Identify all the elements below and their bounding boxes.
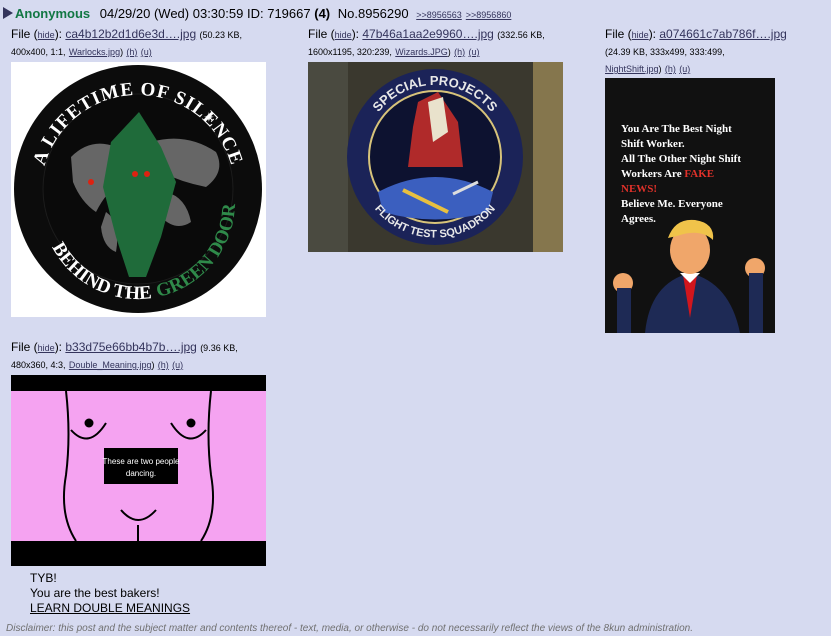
poster-id-label: ID: bbox=[246, 6, 264, 21]
original-filename-link[interactable]: NightShift.jpg bbox=[605, 64, 659, 74]
file-meta-2: 1600x1195, 320:239, bbox=[308, 47, 392, 57]
poster-name: Anonymous bbox=[15, 6, 91, 21]
file-meta-2: 480x360, 4:3, bbox=[11, 360, 66, 370]
file-entry: File (hide): 47b46a1aa2e9960….jpg (332.5… bbox=[308, 26, 545, 60]
meme-line: Workers Are bbox=[621, 168, 684, 180]
file-info: File (hide): 47b46a1aa2e9960….jpg (332.5… bbox=[308, 27, 545, 57]
hide-link[interactable]: hide bbox=[335, 30, 352, 40]
nightshift-meme-image: You Are The Best Night Shift Worker. All… bbox=[605, 78, 775, 333]
file-sep: ): bbox=[54, 340, 63, 354]
file-sep: ): bbox=[54, 27, 63, 41]
svg-text:Workers Are FAKE: Workers Are FAKE bbox=[621, 168, 714, 180]
file-entry: File (hide): ca4b12b2d1d6e3d….jpg (50.23… bbox=[11, 26, 242, 60]
file-label: File ( bbox=[605, 27, 632, 41]
body-line-underlined: LEARN DOUBLE MEANINGS bbox=[30, 601, 191, 615]
body-line: You are the best bakers! bbox=[30, 586, 160, 600]
h-link[interactable]: (h) bbox=[126, 47, 137, 57]
meme-line: Shift Worker. bbox=[621, 138, 685, 150]
hide-link[interactable]: hide bbox=[632, 30, 649, 40]
post-menu-triangle-icon[interactable] bbox=[3, 7, 13, 19]
u-link[interactable]: (u) bbox=[141, 47, 152, 57]
backlink[interactable]: >>8956563 bbox=[416, 10, 462, 20]
file-meta-2: 400x400, 1:1, bbox=[11, 47, 66, 57]
file-entry: File (hide): b33d75e66bb4b7b….jpg (9.36 … bbox=[11, 339, 238, 373]
post-body: TYB! You are the best bakers! LEARN DOUB… bbox=[30, 571, 190, 616]
body-line: TYB! bbox=[30, 571, 57, 585]
post-date: 04/29/20 (Wed) 03:30:59 bbox=[99, 6, 244, 21]
meme-line: All The Other Night Shift bbox=[621, 153, 741, 165]
thumbnail-warlocks[interactable]: ✦ A LIFETIME OF SILENCE BEHIND THE GREEN… bbox=[11, 62, 266, 317]
image-caption-line: These are two people bbox=[103, 457, 180, 466]
file-info: File (hide): ca4b12b2d1d6e3d….jpg (50.23… bbox=[11, 27, 243, 57]
file-info: File (hide): b33d75e66bb4b7b….jpg (9.36 … bbox=[11, 340, 238, 370]
meme-line: You Are The Best Night bbox=[621, 123, 732, 135]
poster-id-count: (4) bbox=[314, 6, 331, 21]
thumbnail-wizards[interactable]: SPECIAL PROJECTS FLIGHT TEST SQUADRON bbox=[308, 62, 563, 252]
post-number[interactable]: No.8956290 bbox=[338, 6, 409, 21]
file-info: File (hide): a074661c7ab786f….jpg (24.39… bbox=[605, 27, 787, 74]
u-link[interactable]: (u) bbox=[679, 64, 690, 74]
thumbnail-nightshift[interactable]: You Are The Best Night Shift Worker. All… bbox=[605, 78, 775, 333]
file-meta: (332.56 KB, bbox=[497, 30, 545, 40]
file-name-link[interactable]: 47b46a1aa2e9960….jpg bbox=[362, 27, 493, 41]
poster-id[interactable]: 719667 bbox=[267, 6, 310, 21]
meme-fake-text: FAKE bbox=[684, 168, 714, 180]
file-name-link[interactable]: b33d75e66bb4b7b….jpg bbox=[65, 340, 196, 354]
post-intro: Anonymous 04/29/20 (Wed) 03:30:59 ID: 71… bbox=[3, 6, 511, 23]
file-label: File ( bbox=[11, 27, 38, 41]
warlocks-patch-image: ✦ A LIFETIME OF SILENCE BEHIND THE GREEN… bbox=[14, 65, 262, 313]
original-filename-link[interactable]: Wizards.JPG bbox=[395, 47, 448, 57]
meme-news-text: NEWS! bbox=[621, 183, 657, 195]
file-name-link[interactable]: ca4b12b2d1d6e3d….jpg bbox=[65, 27, 196, 41]
wizards-patch-image: SPECIAL PROJECTS FLIGHT TEST SQUADRON bbox=[308, 62, 563, 252]
file-sep: ): bbox=[351, 27, 360, 41]
h-link[interactable]: (h) bbox=[454, 47, 465, 57]
h-link[interactable]: (h) bbox=[158, 360, 169, 370]
disclaimer: Disclaimer: this post and the subject ma… bbox=[6, 623, 693, 634]
file-label: File ( bbox=[308, 27, 335, 41]
file-label: File ( bbox=[11, 340, 38, 354]
meme-line: Agrees. bbox=[621, 213, 656, 225]
thumbnail-double-meaning[interactable]: These are two people dancing. bbox=[11, 375, 266, 566]
image-caption-line: dancing. bbox=[126, 469, 156, 478]
file-meta: (9.36 KB, bbox=[200, 343, 238, 353]
file-meta: (24.39 KB, 333x499, 333:499, bbox=[605, 47, 725, 57]
file-name-link[interactable]: a074661c7ab786f….jpg bbox=[659, 27, 786, 41]
h-link[interactable]: (h) bbox=[665, 64, 676, 74]
file-sep: ): bbox=[648, 27, 657, 41]
hide-link[interactable]: hide bbox=[38, 343, 55, 353]
original-filename-link[interactable]: Double_Meaning.jpg bbox=[69, 360, 152, 370]
u-link[interactable]: (u) bbox=[468, 47, 479, 57]
original-filename-link[interactable]: Warlocks.jpg bbox=[69, 47, 120, 57]
u-link[interactable]: (u) bbox=[172, 360, 183, 370]
meme-line: Believe Me. Everyone bbox=[621, 198, 723, 210]
file-meta: (50.23 KB, bbox=[199, 30, 243, 40]
hide-link[interactable]: hide bbox=[38, 30, 55, 40]
backlink[interactable]: >>8956860 bbox=[466, 10, 512, 20]
post: Anonymous 04/29/20 (Wed) 03:30:59 ID: 71… bbox=[0, 0, 831, 636]
double-meaning-image: These are two people dancing. bbox=[11, 375, 266, 566]
file-entry: File (hide): a074661c7ab786f….jpg (24.39… bbox=[605, 26, 787, 77]
